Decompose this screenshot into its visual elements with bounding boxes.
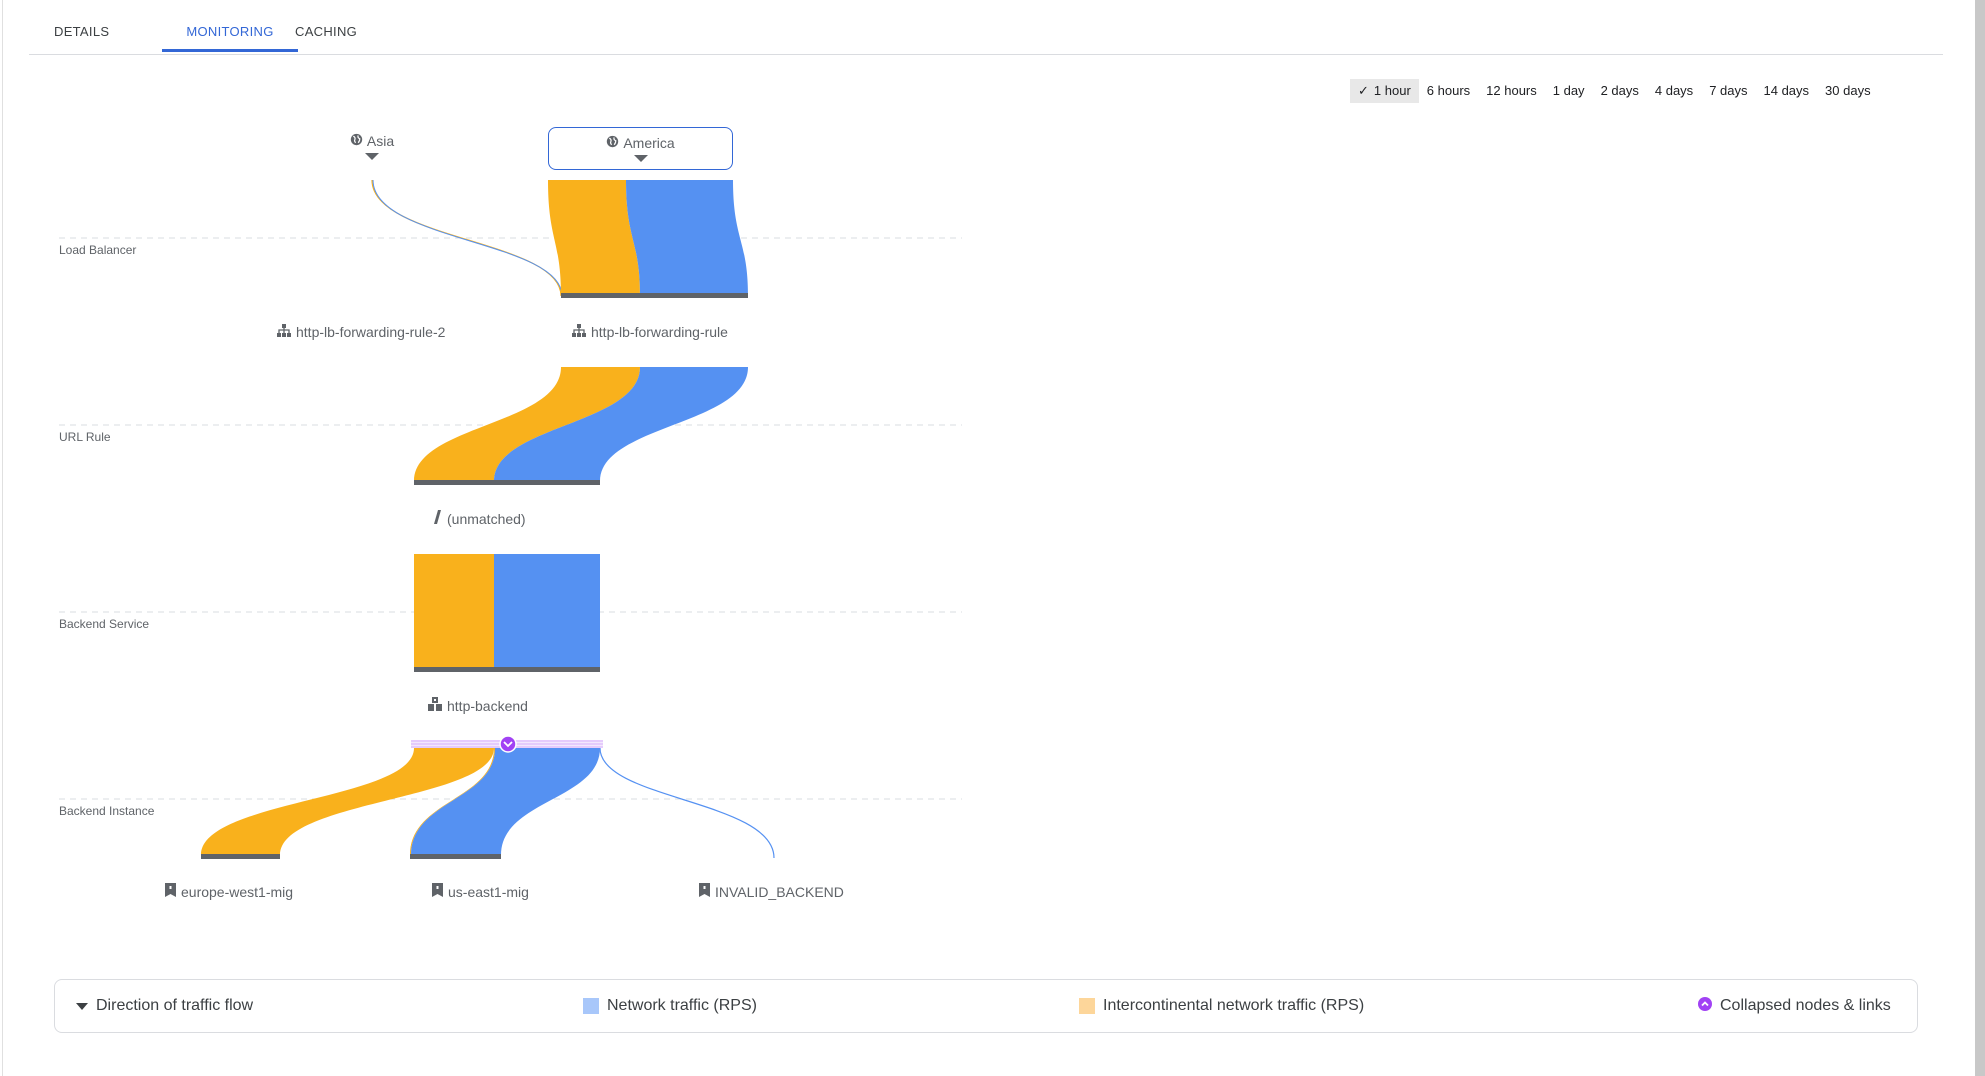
node-label-text: http-lb-forwarding-rule [591, 324, 728, 340]
legend-collapsed: Collapsed nodes & links [1698, 980, 1891, 1032]
node-label-text: (unmatched) [447, 510, 526, 527]
legend-intercontinental-traffic: Intercontinental network traffic (RPS) [1079, 980, 1364, 1032]
region-america[interactable]: America [548, 127, 733, 170]
legend-label: Network traffic (RPS) [607, 997, 757, 1014]
caret-down-icon [365, 153, 379, 160]
node-label-text: http-lb-forwarding-rule-2 [296, 324, 446, 340]
region-asia[interactable]: Asia [332, 133, 412, 165]
network-swatch [583, 998, 599, 1014]
node-http-lb-forwarding-rule[interactable]: http-lb-forwarding-rule [572, 324, 728, 340]
intercontinental-swatch [1079, 998, 1095, 1014]
load-balancer-icon [277, 324, 291, 340]
link-url-backend-intercontinental[interactable] [414, 554, 494, 668]
instance-group-icon [165, 883, 176, 900]
backend-service-icon [428, 697, 442, 714]
lane-label-load-balancer: Load Balancer [59, 243, 137, 257]
direction-label: Direction of traffic flow [96, 997, 254, 1014]
collapsed-icon [1698, 996, 1712, 1016]
lane-label-backend-service: Backend Service [59, 617, 150, 631]
node-bar-us-east1-mig[interactable] [410, 854, 501, 859]
node-bar-backend-service[interactable] [414, 667, 600, 672]
lane-label-backend-instance: Backend Instance [59, 804, 155, 818]
load-balancer-icon [572, 324, 586, 340]
node-invalid-backend[interactable]: INVALID_BACKEND [699, 883, 844, 900]
caret-down-icon [633, 155, 648, 162]
legend-label: Intercontinental network traffic (RPS) [1103, 997, 1365, 1014]
node-label-text: europe-west1-mig [181, 883, 294, 900]
legend: Direction of traffic flow Network traffi… [54, 979, 1918, 1033]
instance-group-icon [699, 883, 710, 900]
node-us-east1-mig[interactable]: us-east1-mig [432, 883, 529, 900]
node-bar-europe-west1-mig[interactable] [201, 854, 280, 859]
url-rule-icon [430, 510, 442, 527]
link-url-backend-network[interactable] [494, 554, 600, 668]
lane-label-url-rule: URL Rule [59, 430, 111, 444]
link-america-lb-network[interactable] [626, 180, 748, 296]
node-label-text: http-backend [447, 697, 528, 714]
expand-collapsed-icon[interactable] [499, 735, 517, 753]
node-http-backend[interactable]: http-backend [428, 697, 528, 714]
legend-network-traffic: Network traffic (RPS) [583, 980, 757, 1032]
instance-group-icon [432, 883, 443, 900]
traffic-sankey [59, 179, 962, 859]
node-label-text: us-east1-mig [448, 883, 529, 900]
caret-down-icon [76, 1002, 88, 1010]
globe-icon [606, 135, 619, 151]
node-http-lb-forwarding-rule-2[interactable]: http-lb-forwarding-rule-2 [277, 324, 445, 340]
region-label: Asia [366, 133, 395, 149]
node-europe-west1-mig[interactable]: europe-west1-mig [165, 883, 293, 900]
direction-toggle[interactable]: Direction of traffic flow [76, 980, 253, 1032]
node-bar-lb[interactable] [561, 293, 748, 298]
link-america-lb-intercontinental[interactable] [548, 180, 640, 296]
region-label: America [623, 135, 675, 151]
legend-label: Collapsed nodes & links [1720, 997, 1891, 1014]
node-bar-url-rule[interactable] [414, 480, 600, 485]
link-backend-invalid[interactable] [599, 747, 775, 859]
node-unmatched[interactable]: (unmatched) [430, 510, 526, 527]
node-label-text: INVALID_BACKEND [715, 883, 844, 900]
globe-icon [350, 133, 363, 149]
